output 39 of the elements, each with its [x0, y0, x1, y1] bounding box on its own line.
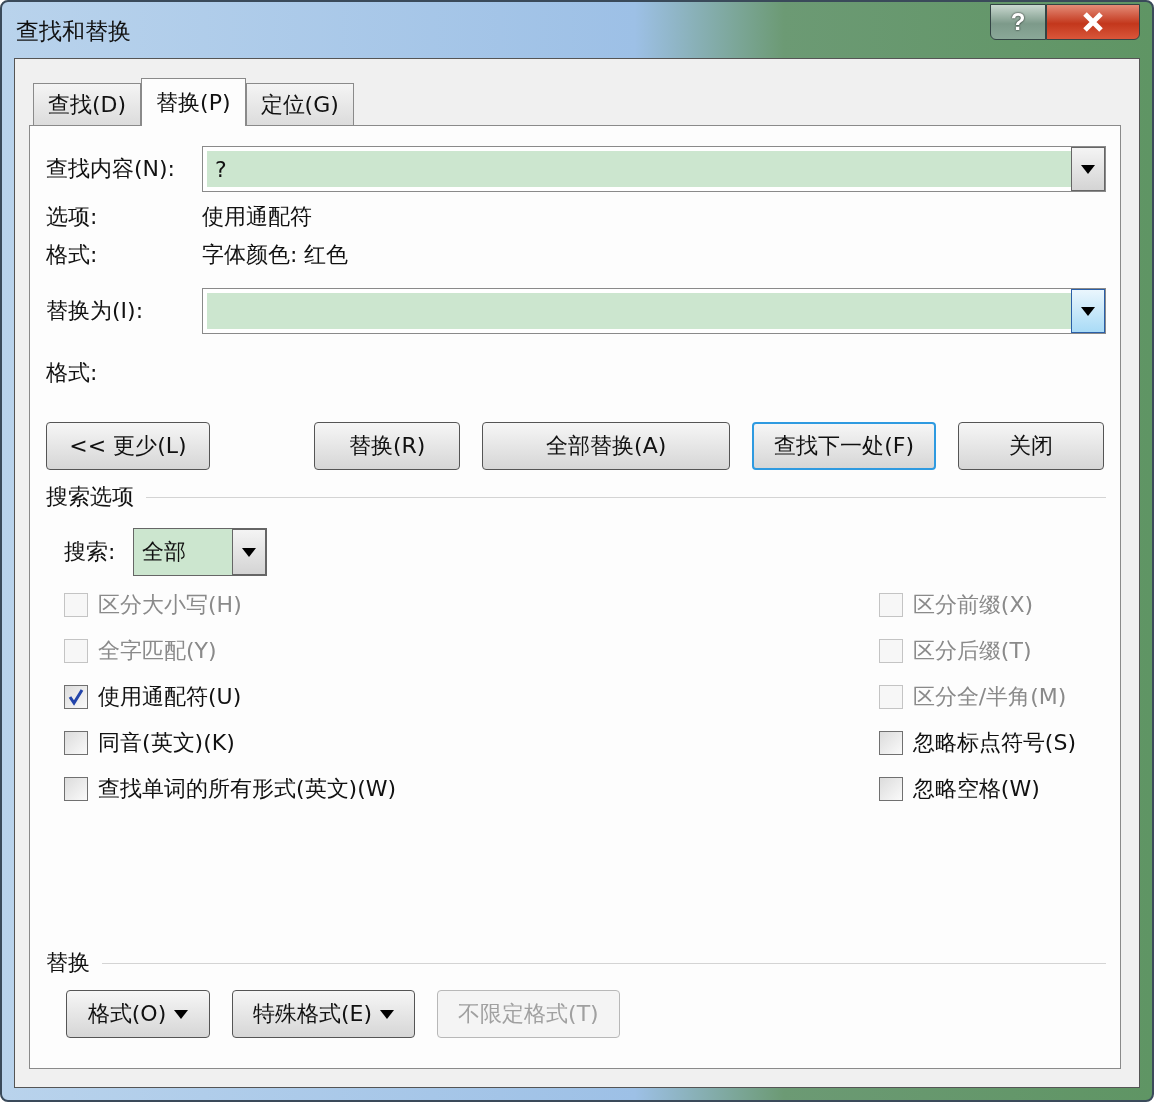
- dropdown-button[interactable]: [1071, 147, 1105, 191]
- field-label: 替换为(I):: [46, 297, 145, 325]
- caret-icon: [242, 547, 257, 557]
- caret-icon: [1081, 306, 1095, 316]
- dialog-button[interactable]: 关闭: [958, 422, 1104, 470]
- field-label: 选项:: [46, 203, 99, 231]
- option-checkbox[interactable]: 忽略标点符号(S): [878, 720, 1076, 766]
- dialog-button[interactable]: 查找下一处(F): [752, 422, 936, 470]
- window-title: 查找和替换: [16, 17, 131, 46]
- format-button[interactable]: 特殊格式(E): [232, 990, 416, 1038]
- option-checkbox[interactable]: 同音(英文)(K): [64, 720, 397, 766]
- tab[interactable]: 查找(D): [33, 83, 142, 125]
- search-dropdown[interactable]: 全部: [133, 528, 268, 576]
- section-title: 搜索选项: [46, 483, 134, 511]
- option-checkbox[interactable]: 查找单词的所有形式(英文)(W): [64, 766, 397, 812]
- caret-icon: [174, 1009, 189, 1019]
- format-button[interactable]: 格式(O): [66, 990, 210, 1038]
- field-label: 格式:: [46, 241, 99, 269]
- replace-field[interactable]: [202, 288, 1106, 334]
- field-label: 查找内容(N):: [46, 155, 177, 183]
- find-field[interactable]: ?: [202, 146, 1106, 192]
- caret-icon: [380, 1009, 395, 1019]
- option-checkbox[interactable]: 使用通配符(U): [64, 674, 397, 720]
- section-title: 替换: [46, 949, 90, 977]
- dialog-button[interactable]: << 更少(L): [46, 422, 210, 470]
- check-icon: [67, 688, 85, 706]
- dialog-button[interactable]: 替换(R): [314, 422, 461, 470]
- close-button[interactable]: [1046, 4, 1140, 40]
- field-label: 格式:: [46, 359, 99, 387]
- close-icon: [1082, 12, 1104, 32]
- dialog-button[interactable]: 全部替换(A): [482, 422, 731, 470]
- tab[interactable]: 替换(P): [141, 78, 246, 126]
- option-checkbox[interactable]: 忽略空格(W): [878, 766, 1076, 812]
- tab[interactable]: 定位(G): [245, 83, 354, 125]
- dropdown-button[interactable]: [1071, 289, 1105, 333]
- field-value: 使用通配符: [202, 203, 313, 231]
- field-label: 搜索:: [64, 538, 116, 566]
- caret-icon: [1081, 164, 1095, 174]
- field-value: 字体颜色: 红色: [202, 241, 350, 269]
